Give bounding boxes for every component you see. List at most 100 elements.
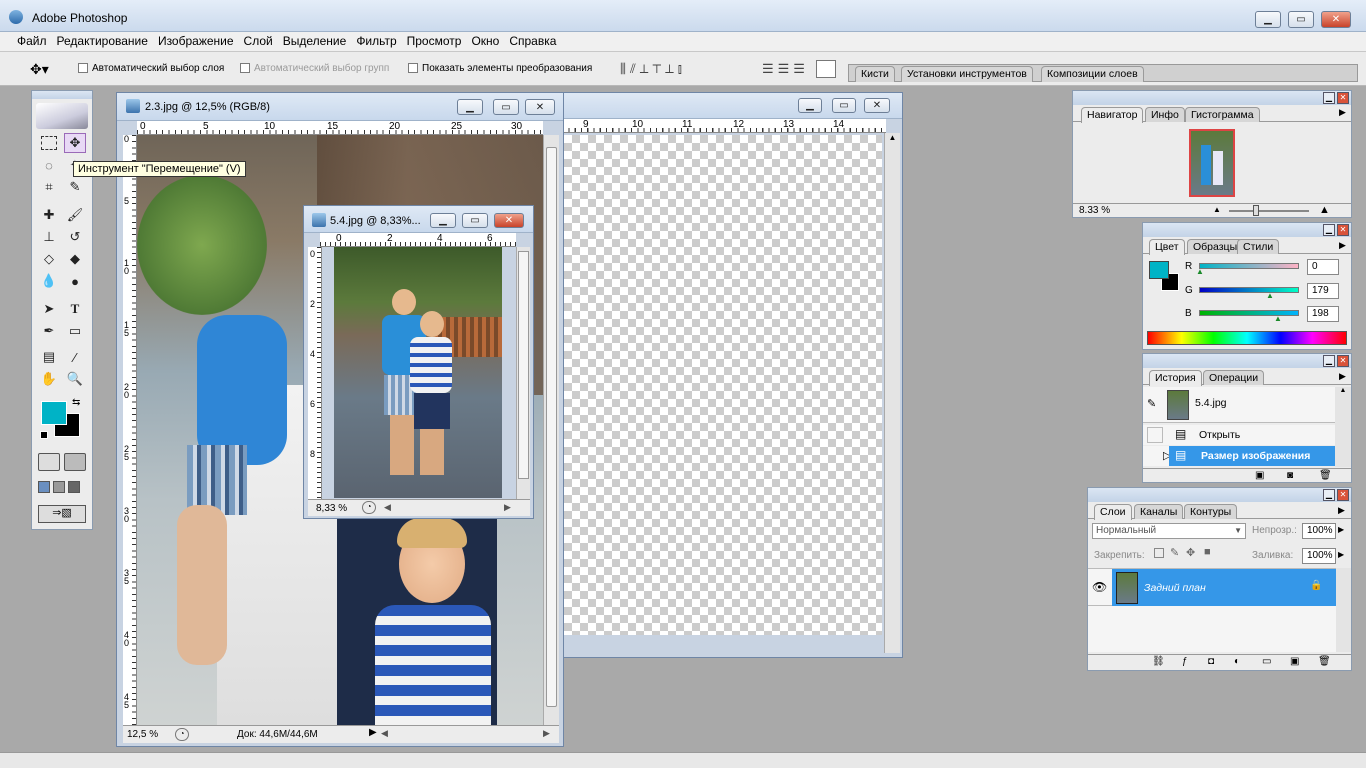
channel-r-value[interactable]: 0 [1307, 259, 1339, 275]
navigator-minimize-button[interactable]: ▁ [1323, 92, 1335, 104]
zoom-tool-icon[interactable]: 🔍 [64, 369, 86, 389]
lock-position-icon[interactable]: ✥ [1186, 546, 1195, 559]
tab-color[interactable]: Цвет [1149, 239, 1185, 255]
blend-mode-select[interactable]: Нормальный ▼ [1092, 523, 1246, 539]
new-document-from-state-icon[interactable]: ▣ [1255, 470, 1264, 481]
swap-colors-icon[interactable]: ⇆ [72, 397, 80, 408]
navigator-close-button[interactable]: ✕ [1337, 92, 1349, 104]
small-photo-canvas[interactable] [334, 247, 502, 498]
channel-g-thumb[interactable]: ▲ [1266, 291, 1274, 300]
small-hscroll-right-icon[interactable]: ▶ [504, 502, 511, 513]
lock-all-icon[interactable]: ■ [1204, 546, 1211, 558]
small-doc-maximize-button[interactable]: ▭ [462, 213, 488, 228]
small-doc-vscrollbar[interactable] [516, 247, 530, 499]
move-tool-icon[interactable]: ✥ [64, 133, 86, 153]
back-doc-minimize-button[interactable]: ▁ [798, 98, 822, 113]
menu-filter[interactable]: Фильтр [351, 32, 401, 50]
zoom-slider[interactable] [1229, 210, 1309, 212]
menu-layer[interactable]: Слой [239, 32, 278, 50]
menu-image[interactable]: Изображение [153, 32, 239, 50]
tab-paths[interactable]: Контуры [1184, 504, 1238, 519]
hscroll-right-icon[interactable]: ▶ [543, 728, 550, 739]
well-tab-brushes[interactable]: Кисти [855, 66, 895, 82]
back-doc-close-button[interactable]: ✕ [864, 98, 890, 113]
main-doc-minimize-button[interactable]: ▁ [457, 99, 483, 115]
crop-tool-icon[interactable]: ⌗ [38, 177, 60, 197]
main-doc-zoom[interactable]: 12,5 % [127, 729, 158, 740]
layer-mask-icon[interactable]: ◘ [1208, 656, 1214, 667]
main-doc-maximize-button[interactable]: ▭ [493, 99, 519, 115]
channel-g-value[interactable]: 179 [1307, 283, 1339, 299]
navigator-zoom-value[interactable]: 8.33 % [1079, 205, 1110, 216]
minimize-button[interactable]: ▁ [1255, 11, 1281, 28]
channel-b-value[interactable]: 198 [1307, 306, 1339, 322]
layers-menu-icon[interactable]: ▶ [1338, 505, 1345, 516]
channel-g-slider[interactable] [1199, 287, 1299, 293]
small-vscroll-thumb[interactable] [518, 251, 529, 479]
vscroll-thumb[interactable] [546, 147, 557, 707]
opacity-value[interactable]: 100% [1302, 523, 1336, 539]
move-tool-preset-icon[interactable]: ✥▾ [30, 61, 49, 78]
slice-tool-icon[interactable]: ✎ [64, 177, 86, 197]
maximize-button[interactable]: ▭ [1288, 11, 1314, 28]
layer-style-icon[interactable]: ƒ [1182, 656, 1188, 667]
opacity-arrow-icon[interactable]: ▶ [1338, 525, 1344, 534]
show-transform-checkbox[interactable]: Показать элементы преобразования [408, 63, 592, 74]
auto-select-layer-checkbox[interactable]: Автоматический выбор слоя [78, 63, 224, 74]
tab-swatches[interactable]: Образцы [1187, 239, 1244, 254]
tab-history[interactable]: История [1149, 370, 1202, 386]
color-minimize-button[interactable]: ▁ [1323, 224, 1335, 236]
delete-layer-icon[interactable]: 🗑 [1318, 656, 1331, 667]
new-layer-icon[interactable]: ▣ [1290, 656, 1299, 667]
type-tool-icon[interactable]: T [64, 299, 86, 319]
small-doc-close-button[interactable]: ✕ [494, 213, 524, 228]
layers-close-button[interactable]: ✕ [1337, 489, 1349, 501]
link-layers-icon[interactable]: ⛓ [1152, 656, 1165, 667]
transparent-canvas[interactable] [564, 135, 882, 635]
blur-tool-icon[interactable]: 💧 [38, 271, 60, 291]
channel-b-slider[interactable] [1199, 310, 1299, 316]
quick-mask-icon[interactable] [64, 453, 86, 471]
marquee-tool-icon[interactable] [41, 136, 57, 150]
tab-navigator[interactable]: Навигатор [1081, 107, 1144, 123]
menu-view[interactable]: Просмотр [402, 32, 467, 50]
history-checkbox[interactable] [1147, 427, 1163, 443]
brush-tool-icon[interactable]: 🖌 [64, 205, 86, 225]
back-doc-maximize-button[interactable]: ▭ [832, 98, 856, 113]
status-menu-icon[interactable]: ◔ [175, 728, 189, 741]
fill-arrow-icon[interactable]: ▶ [1338, 550, 1344, 559]
channel-b-thumb[interactable]: ▲ [1274, 314, 1282, 323]
history-vscrollbar[interactable]: ▲ [1335, 387, 1351, 467]
menu-select[interactable]: Выделение [278, 32, 352, 50]
history-item-image-size[interactable]: ▷ ▤ Размер изображения [1143, 446, 1335, 466]
tab-actions[interactable]: Операции [1203, 370, 1265, 385]
small-hscroll-left-icon[interactable]: ◀ [384, 502, 391, 513]
tab-layers[interactable]: Слои [1094, 504, 1132, 520]
color-spectrum-bar[interactable] [1147, 331, 1347, 345]
small-doc-minimize-button[interactable]: ▁ [430, 213, 456, 228]
foreground-color-swatch[interactable] [41, 401, 67, 425]
menu-file[interactable]: Файл [12, 32, 52, 50]
eraser-tool-icon[interactable]: ◇ [38, 249, 60, 269]
menu-edit[interactable]: Редактирование [52, 32, 153, 50]
screen-mode-icons[interactable] [38, 481, 86, 495]
hand-tool-icon[interactable]: ✋ [38, 369, 60, 389]
history-minimize-button[interactable]: ▁ [1323, 355, 1335, 367]
channel-r-thumb[interactable]: ▲ [1196, 267, 1204, 276]
layer-visibility-eye-icon[interactable]: 👁 [1092, 580, 1107, 594]
tab-histogram[interactable]: Гистограмма [1185, 107, 1260, 122]
lock-paint-icon[interactable]: ✎ [1170, 546, 1179, 559]
layers-vscrollbar[interactable] [1336, 568, 1351, 652]
dodge-tool-icon[interactable]: ● [64, 271, 86, 291]
status-arrow-icon[interactable]: ▶ [369, 727, 377, 738]
delete-state-icon[interactable]: 🗑 [1319, 470, 1332, 481]
color-menu-icon[interactable]: ▶ [1339, 240, 1346, 251]
adjustment-layer-icon[interactable]: ◐ [1234, 656, 1240, 667]
healing-brush-icon[interactable]: ✚ [38, 205, 60, 225]
history-brush-icon[interactable]: ↺ [64, 227, 86, 247]
path-selection-icon[interactable]: ➤ [38, 299, 60, 319]
imageready-icon[interactable]: ⇒▧ [38, 505, 86, 523]
history-close-button[interactable]: ✕ [1337, 355, 1349, 367]
lock-transparency-icon[interactable] [1154, 548, 1164, 558]
zoom-out-icon[interactable]: ▲ [1213, 205, 1221, 214]
